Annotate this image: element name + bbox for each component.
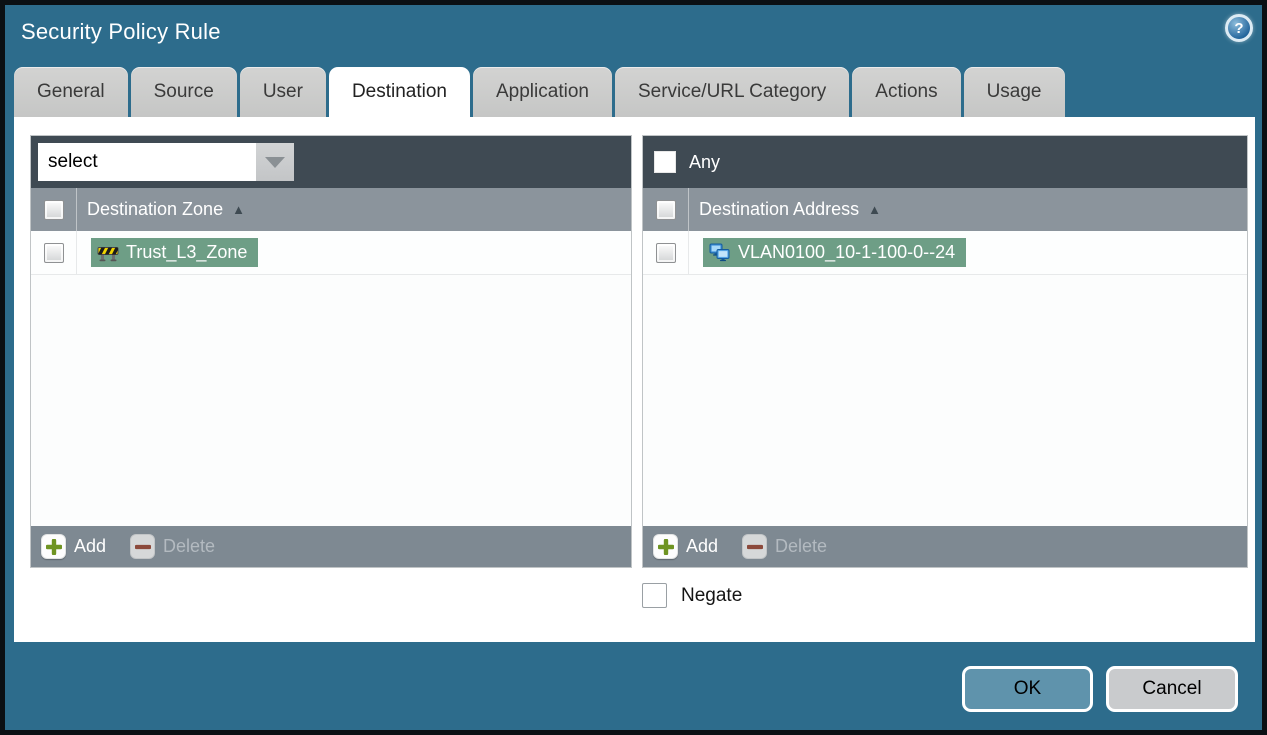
zone-column-header[interactable]: Destination Zone ▲ <box>77 188 245 231</box>
tab-source[interactable]: Source <box>130 67 237 117</box>
address-column-label: Destination Address <box>699 199 860 219</box>
help-icon[interactable]: ? <box>1225 14 1253 42</box>
tab-label: Application <box>496 81 589 102</box>
chevron-down-icon <box>265 156 285 168</box>
any-label: Any <box>689 151 721 172</box>
zone-table-header: Destination Zone ▲ <box>31 188 631 231</box>
address-table-header: Destination Address ▲ <box>643 188 1247 231</box>
zone-add-button[interactable]: Add <box>41 534 106 559</box>
table-row: VLAN0100_10-1-100-0--24 <box>643 231 1247 275</box>
tab-destination[interactable]: Destination <box>328 67 470 117</box>
zone-panel-toolbar <box>31 136 631 188</box>
zone-item-trust-l3-zone[interactable]: Trust_L3_Zone <box>91 238 259 267</box>
zone-column-label: Destination Zone <box>87 199 224 219</box>
tab-label: User <box>262 81 303 102</box>
tab-actions[interactable]: Actions <box>852 67 961 117</box>
zone-delete-label: Delete <box>163 536 216 556</box>
address-delete-label: Delete <box>775 536 828 556</box>
address-add-button[interactable]: Add <box>653 534 718 559</box>
address-add-label: Add <box>686 536 719 556</box>
address-item-vlan0100[interactable]: VLAN0100_10-1-100-0--24 <box>703 238 967 267</box>
address-row-main: VLAN0100_10-1-100-0--24 <box>689 231 967 274</box>
plus-icon <box>653 534 678 559</box>
address-icon <box>709 243 730 262</box>
address-panel-toolbar: Any <box>643 136 1247 188</box>
tab-service-url-category[interactable]: Service/URL Category <box>614 67 850 117</box>
sort-asc-icon: ▲ <box>868 202 881 217</box>
destination-address-panel: Any Destination Address ▲ VLAN0100_10-1-… <box>642 135 1248 568</box>
zone-filter-dropdown-button[interactable] <box>256 143 294 181</box>
address-panel-footer: Add Delete <box>643 526 1247 567</box>
dialog-title: Security Policy Rule <box>21 19 221 44</box>
address-table-body: VLAN0100_10-1-100-0--24 <box>643 231 1247 526</box>
negate-checkbox[interactable] <box>642 583 667 608</box>
tab-bar: General Source User Destination Applicat… <box>14 67 1065 117</box>
negate-option: Negate <box>642 583 742 608</box>
ok-button[interactable]: OK <box>962 666 1093 712</box>
tab-label: Destination <box>351 81 447 102</box>
zone-header-checkbox-cell <box>31 188 77 231</box>
any-checkbox[interactable] <box>654 151 676 173</box>
tab-application[interactable]: Application <box>473 67 612 117</box>
tab-label: Service/URL Category <box>637 81 827 102</box>
tab-content-destination: Destination Zone ▲ <box>14 117 1255 642</box>
address-row-checkbox[interactable] <box>655 242 676 263</box>
tab-label: Actions <box>875 81 938 102</box>
address-row-checkbox-cell <box>643 231 689 274</box>
address-select-all-checkbox[interactable] <box>655 199 676 220</box>
zone-filter-dropdown <box>38 143 294 181</box>
tab-label: Usage <box>986 81 1042 102</box>
tab-usage[interactable]: Usage <box>963 67 1065 117</box>
cancel-button[interactable]: Cancel <box>1106 666 1238 712</box>
plus-icon <box>41 534 66 559</box>
zone-row-checkbox[interactable] <box>43 242 64 263</box>
zone-row-checkbox-cell <box>31 231 77 274</box>
zone-table-body: Trust_L3_Zone <box>31 231 631 526</box>
any-option: Any <box>650 151 720 173</box>
tab-label: Source <box>153 81 214 102</box>
minus-icon <box>742 534 768 559</box>
zone-item-label: Trust_L3_Zone <box>126 242 248 262</box>
security-policy-rule-dialog: Security Policy Rule ? General Source Us… <box>0 0 1267 735</box>
address-delete-button[interactable]: Delete <box>742 534 827 559</box>
address-item-label: VLAN0100_10-1-100-0--24 <box>738 242 956 262</box>
table-row: Trust_L3_Zone <box>31 231 631 275</box>
zone-row-main: Trust_L3_Zone <box>77 231 259 274</box>
address-column-header[interactable]: Destination Address ▲ <box>689 188 881 231</box>
sort-asc-icon: ▲ <box>232 202 245 217</box>
tab-user[interactable]: User <box>239 67 326 117</box>
zone-icon <box>97 246 119 261</box>
dialog-window: Security Policy Rule ? General Source Us… <box>5 5 1262 730</box>
tab-general[interactable]: General <box>14 67 128 117</box>
minus-icon <box>130 534 156 559</box>
address-header-checkbox-cell <box>643 188 689 231</box>
zone-filter-input[interactable] <box>38 143 256 181</box>
zone-add-label: Add <box>74 536 107 556</box>
destination-zone-panel: Destination Zone ▲ <box>30 135 632 568</box>
zone-panel-footer: Add Delete <box>31 526 631 567</box>
zone-delete-button[interactable]: Delete <box>130 534 215 559</box>
zone-select-all-checkbox[interactable] <box>43 199 64 220</box>
tab-label: General <box>37 81 105 102</box>
help-glyph: ? <box>1234 19 1244 37</box>
negate-label: Negate <box>681 584 743 606</box>
